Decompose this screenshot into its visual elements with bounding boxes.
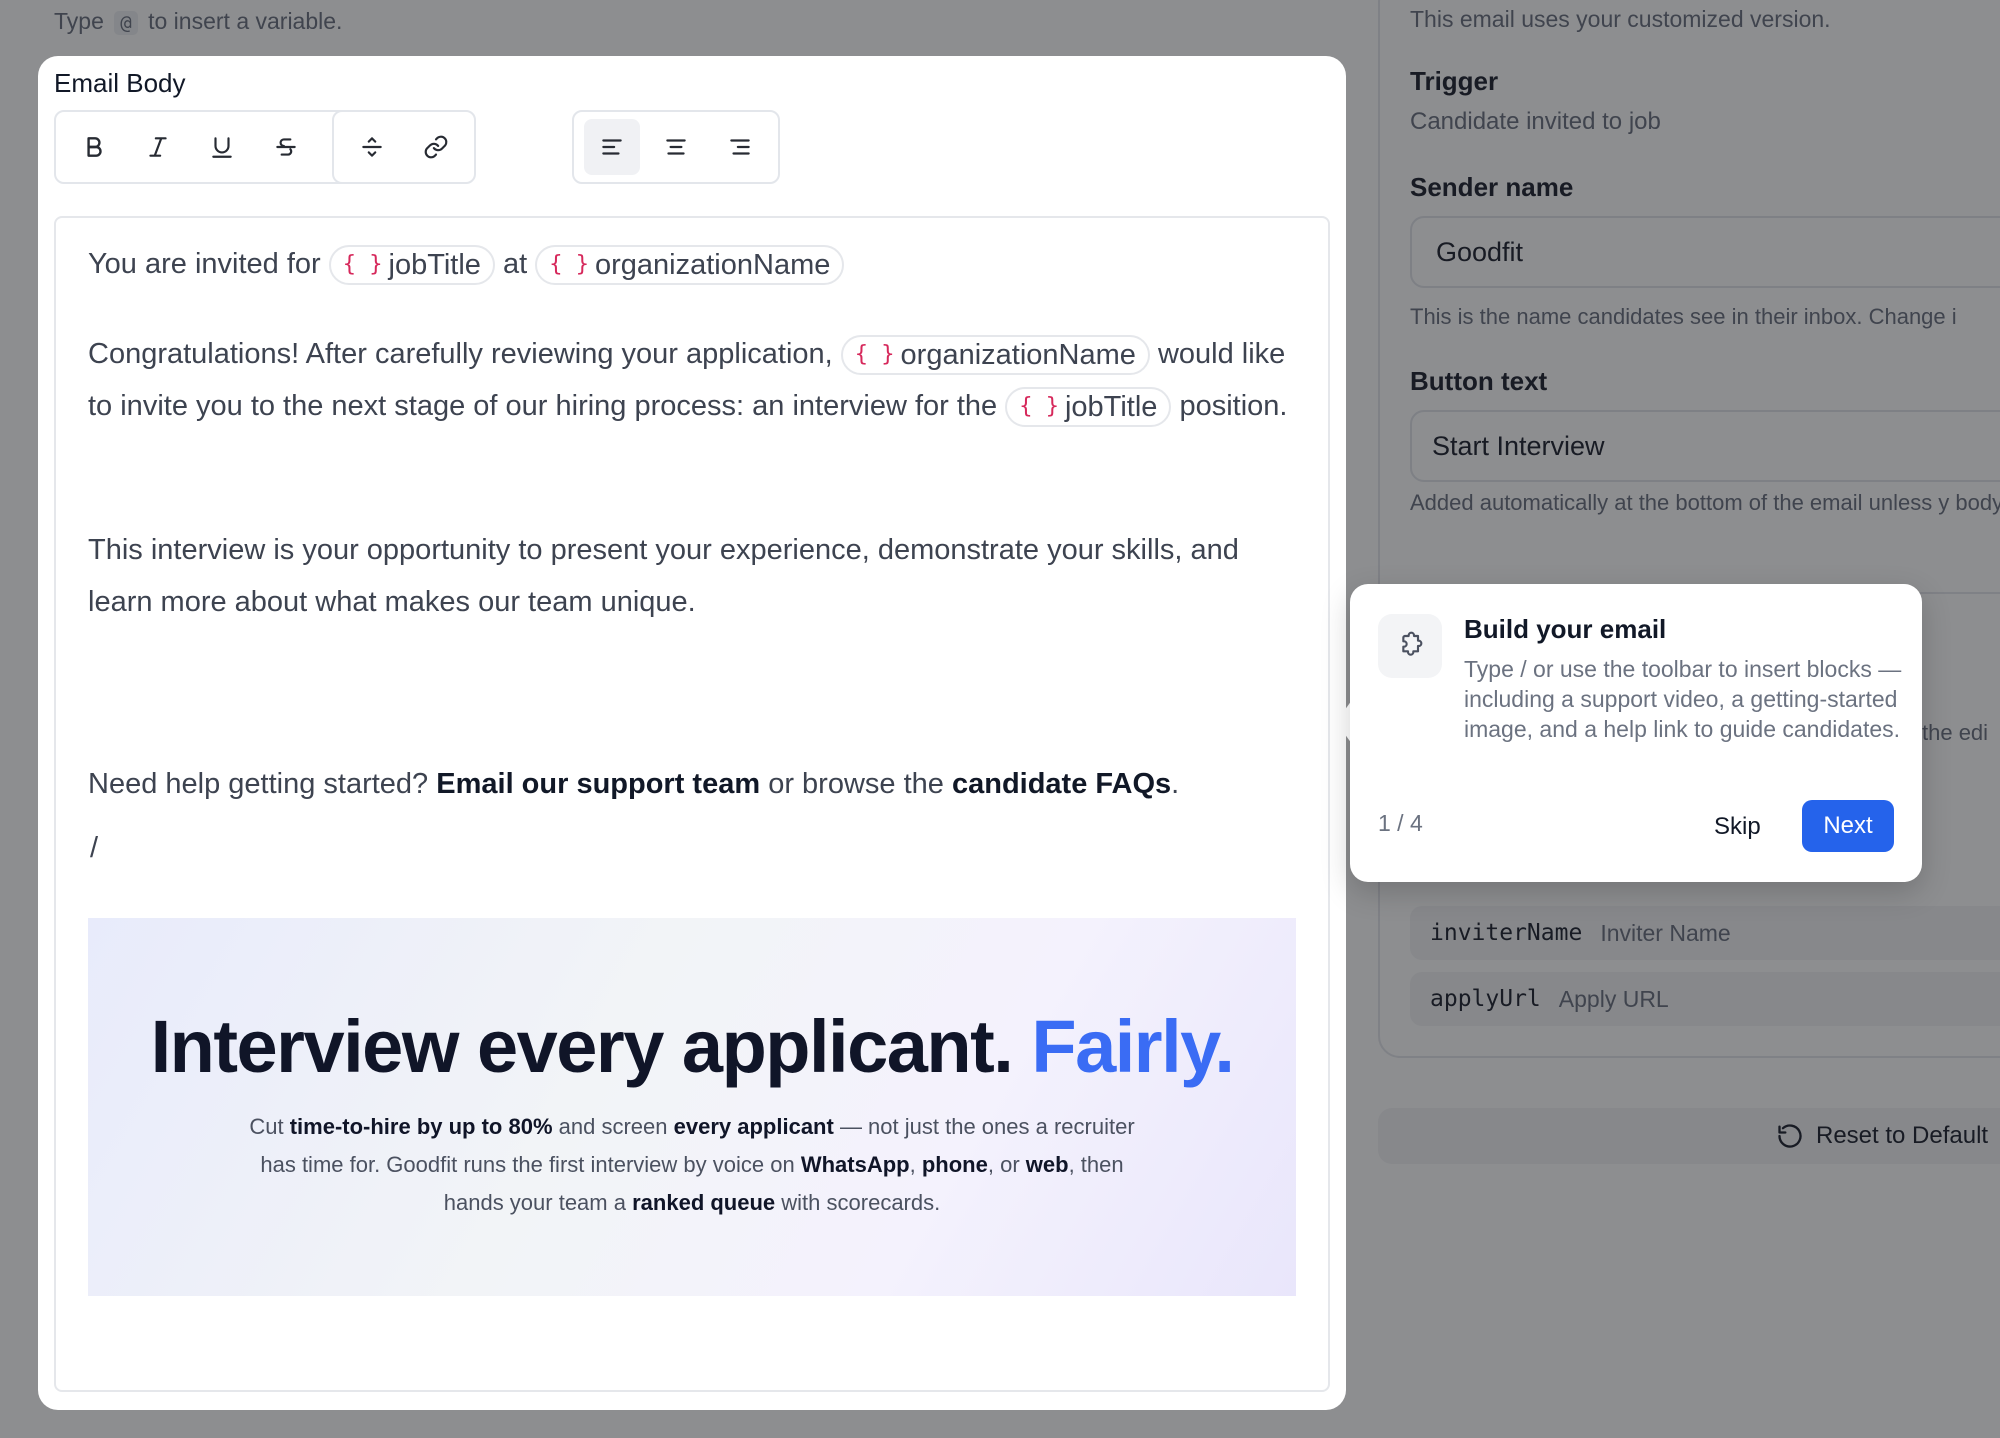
divider-icon [362,137,382,157]
help-line: Need help getting started? Email our sup… [88,768,1180,800]
intro-line: You are invited for { } jobTitle at { } or… [88,238,1288,290]
tour-popover: Build your email Type / or use the toolb… [1350,584,1922,882]
banner-headline: Interview every applicant. Fairly. [150,1005,1235,1088]
congratulations-paragraph: Congratulations! After carefully reviewi… [88,328,1288,432]
align-center-icon [666,139,686,155]
banner-copy: Cut time-to-hire by up to 80% and screen… [249,1114,1135,1215]
skip-button[interactable]: Skip [1702,802,1773,852]
email-body-title: Email Body [54,68,186,98]
italic-button[interactable] [130,119,186,175]
email-body-card: Email Body You are invited for {} jobTi… [38,56,1346,1410]
tour-step-counter: 1 / 4 [1378,810,1423,836]
tour-title: Build your email [1464,614,1667,644]
align-toolbar-group [572,110,780,184]
candidate-faqs-link[interactable]: candidate FAQs [952,768,1171,800]
underline-button[interactable] [194,119,250,175]
align-left-icon [602,139,622,155]
strikethrough-button[interactable] [258,119,314,175]
opportunity-paragraph: This interview is your opportunity to pr… [88,534,1239,618]
tour-description: Type / or use the toolbar to insert bloc… [1464,656,1902,742]
divider-button[interactable] [344,119,400,175]
align-right-icon [730,139,750,155]
align-right-button[interactable] [712,119,768,175]
link-button[interactable] [408,119,464,175]
variable-chip-jobtitle[interactable]: { } jobTitle [328,245,495,286]
link-icon [424,135,448,159]
strikethrough-icon [276,138,296,156]
getting-started-image: Interview every applicant. Fairly. Cut t… [88,918,1296,1296]
slash-command-cursor: / [90,832,99,864]
variable-chip-organizationname[interactable]: { } organizationName [535,245,845,286]
next-button[interactable]: Next [1802,800,1894,852]
insert-toolbar-group [332,110,476,184]
align-center-button[interactable] [648,119,704,175]
variable-chip-organizationname[interactable]: { } organizationName [840,335,1150,376]
support-team-link[interactable]: Email our support team [436,768,760,800]
bold-button[interactable] [66,119,122,175]
underline-icon [212,137,232,158]
puzzle-icon [1378,614,1442,678]
email-body-editor[interactable]: You are invited for { } jobTitle at { } or… [54,216,1330,1392]
italic-icon [149,137,167,157]
align-left-button[interactable] [584,119,640,175]
variable-chip-jobtitle[interactable]: { } jobTitle [1005,387,1172,428]
bold-icon [87,137,102,157]
